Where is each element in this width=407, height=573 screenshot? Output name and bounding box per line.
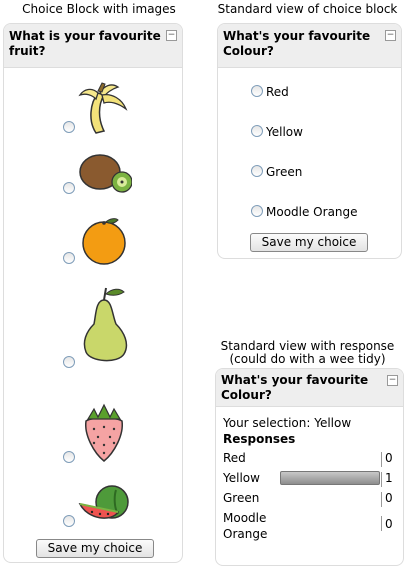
fruit-block-title: What is your favourite fruit?: [9, 29, 161, 58]
banana-icon: [78, 82, 128, 134]
response-block-title: What's your favourite Colour?: [221, 373, 369, 402]
response-bar-yellow: [280, 471, 380, 485]
collapse-icon[interactable]: −: [387, 375, 398, 386]
fruit-radio-banana[interactable]: [63, 121, 75, 133]
colour-choice-block: What's your favourite Colour? − Red Yell…: [217, 23, 402, 259]
response-block-header: What's your favourite Colour? −: [216, 369, 403, 407]
response-count-red: 0: [385, 451, 393, 465]
watermelon-icon: [78, 485, 129, 519]
fruit-radio-watermelon[interactable]: [63, 515, 75, 527]
response-label-green: Green: [223, 491, 260, 505]
caption-choice-block-images: Choice Block with images: [22, 2, 176, 16]
colour-radio-yellow[interactable]: [251, 125, 263, 137]
fruit-block-header: What is your favourite fruit? −: [4, 24, 182, 68]
responses-heading: Responses: [223, 432, 296, 446]
strawberry-icon: [85, 403, 123, 462]
fruit-radio-orange[interactable]: [63, 252, 75, 264]
response-label-yellow: Yellow: [223, 471, 260, 485]
colour-block-title: What's your favourite Colour?: [223, 29, 371, 58]
divider: [381, 472, 382, 487]
fruit-radio-pear[interactable]: [63, 356, 75, 368]
colour-option-yellow: Yellow: [266, 125, 303, 139]
orange-icon: [82, 218, 126, 265]
colour-option-moodle-orange: Moodle Orange: [266, 205, 358, 219]
pear-icon: [83, 287, 128, 362]
divider: [381, 516, 382, 531]
response-label-moodle-orange: Moodle Orange: [223, 511, 268, 541]
divider: [381, 452, 382, 467]
your-selection: Your selection: Yellow: [223, 416, 352, 430]
response-block: What's your favourite Colour? − Your sel…: [215, 368, 404, 566]
collapse-icon[interactable]: −: [166, 30, 177, 41]
response-label-red: Red: [223, 451, 246, 465]
caption-response-view: Standard view with response (could do wi…: [210, 340, 405, 366]
colour-radio-moodle-orange[interactable]: [251, 205, 263, 217]
colour-option-green: Green: [266, 165, 303, 179]
caption-response-line2: (could do with a wee tidy): [229, 352, 386, 366]
colour-block-header: What's your favourite Colour? −: [218, 24, 401, 68]
colour-save-button[interactable]: Save my choice: [250, 233, 368, 252]
response-count-yellow: 1: [385, 471, 393, 485]
caption-standard-view: Standard view of choice block: [217, 2, 398, 16]
divider: [381, 492, 382, 507]
fruit-choice-block: What is your favourite fruit? − Save my …: [3, 23, 183, 563]
response-count-green: 0: [385, 491, 393, 505]
colour-radio-red[interactable]: [251, 85, 263, 97]
kiwi-icon: [79, 154, 132, 193]
fruit-save-button[interactable]: Save my choice: [36, 539, 154, 558]
fruit-radio-kiwi[interactable]: [63, 182, 75, 194]
fruit-radio-strawberry[interactable]: [63, 451, 75, 463]
colour-radio-green[interactable]: [251, 165, 263, 177]
collapse-icon[interactable]: −: [385, 30, 396, 41]
response-count-moodle-orange: 0: [385, 517, 393, 531]
colour-option-red: Red: [266, 85, 289, 99]
